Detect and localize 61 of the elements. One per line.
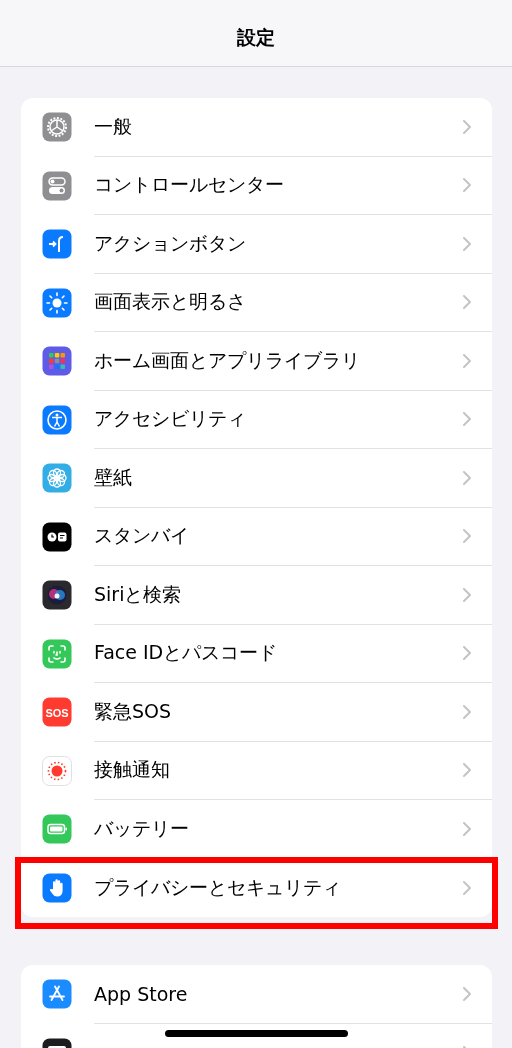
chevron-icon xyxy=(463,470,471,485)
row-label: 接触通知 xyxy=(94,757,170,783)
chevron-icon xyxy=(463,763,471,778)
chevron-icon xyxy=(463,986,471,1001)
chevron-icon xyxy=(463,236,471,251)
sun-icon xyxy=(42,287,72,318)
page-title: 設定 xyxy=(237,25,275,50)
row-label: 一般 xyxy=(94,113,132,139)
clock-widget-icon xyxy=(42,521,72,552)
row-label: App Store xyxy=(94,982,188,1005)
settings-row[interactable]: ホーム画面とアプリライブラリ xyxy=(21,332,492,391)
chevron-icon xyxy=(463,587,471,602)
row-label: スタンバイ xyxy=(94,523,189,549)
settings-row[interactable]: アクセシビリティ xyxy=(21,390,492,449)
orb-icon xyxy=(42,580,72,611)
row-label: 壁紙 xyxy=(94,464,132,490)
flower-icon xyxy=(42,463,72,494)
chevron-icon xyxy=(463,178,471,193)
chevron-icon xyxy=(463,704,471,719)
row-label: プライバシーとセキュリティ xyxy=(94,874,341,900)
settings-row[interactable]: 画面表示と明るさ xyxy=(21,273,492,332)
exposure-icon xyxy=(42,755,72,786)
row-label: アクションボタン xyxy=(94,230,246,256)
sos-icon: SOS xyxy=(42,697,72,728)
settings-row[interactable]: プライバシーとセキュリティ xyxy=(21,858,492,917)
settings-row[interactable]: Face IDとパスコード xyxy=(21,624,492,683)
row-label: 緊急SOS xyxy=(94,698,172,724)
row-label: Face IDとパスコード xyxy=(94,640,278,666)
hand-icon xyxy=(42,872,72,903)
battery-icon xyxy=(42,814,72,845)
row-label: Siriと検索 xyxy=(94,581,182,607)
row-label: 画面表示と明るさ xyxy=(94,289,246,315)
face-scan-icon xyxy=(42,638,72,669)
settings-row[interactable]: 壁紙 xyxy=(21,449,492,508)
row-label: コントロールセンター xyxy=(94,172,284,198)
chevron-icon xyxy=(463,412,471,427)
row-label: アクセシビリティ xyxy=(94,406,246,432)
chevron-icon xyxy=(463,646,471,661)
row-label: バッテリー xyxy=(94,815,189,841)
app-grid-icon xyxy=(42,346,72,377)
action-button-icon xyxy=(42,229,72,260)
gear-icon xyxy=(42,112,72,143)
settings-row[interactable]: スタンバイ xyxy=(21,507,492,566)
settings-row[interactable]: 接触通知 xyxy=(21,741,492,800)
settings-row[interactable]: SOS 緊急SOS xyxy=(21,683,492,742)
settings-row[interactable]: アクションボタン xyxy=(21,215,492,274)
settings-row[interactable]: コントロールセンター xyxy=(21,156,492,215)
settings-row[interactable]: App Store xyxy=(21,965,492,1024)
row-label: ホーム画面とアプリライブラリ xyxy=(94,347,360,373)
accessibility-icon xyxy=(42,404,72,435)
settings-row[interactable]: 一般 xyxy=(21,98,492,157)
settings-row[interactable]: Siriと検索 xyxy=(21,566,492,625)
chevron-icon xyxy=(463,880,471,895)
chevron-icon xyxy=(463,295,471,310)
chevron-icon xyxy=(463,529,471,544)
chevron-icon xyxy=(463,821,471,836)
chevron-icon xyxy=(463,353,471,368)
toggles-icon xyxy=(42,170,72,201)
app-store-icon xyxy=(42,979,72,1010)
settings-row[interactable]: バッテリー xyxy=(21,800,492,859)
chevron-icon xyxy=(463,119,471,134)
